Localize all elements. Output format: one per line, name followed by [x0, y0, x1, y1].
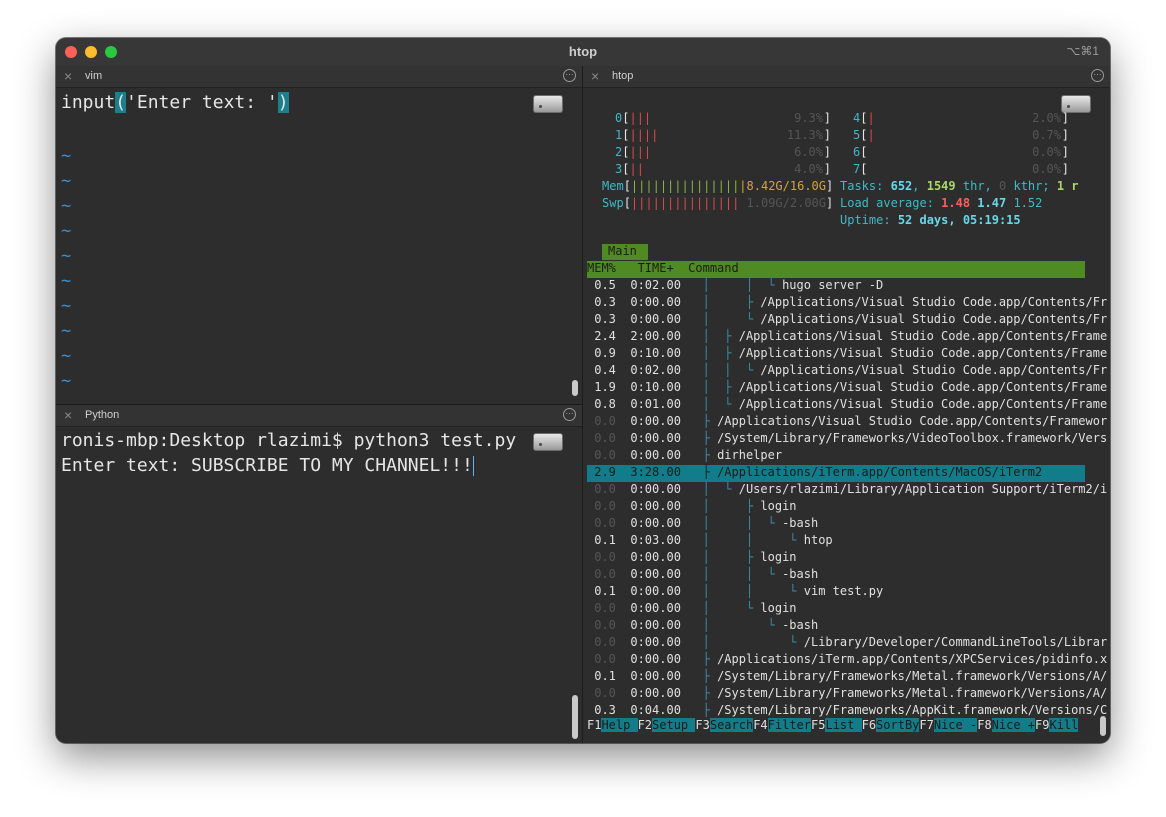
process-row[interactable]: 1.9 0:10.00 │ ├ /Applications/Visual Stu… — [587, 380, 1107, 397]
htop-pane-header: × htop ··· — [583, 66, 1110, 88]
function-key-label[interactable]: Setup — [652, 718, 696, 732]
function-key[interactable]: F1 — [587, 718, 601, 732]
process-row[interactable]: 0.0 0:00.00 │ └ /Users/rlazimi/Library/A… — [587, 482, 1107, 499]
process-row[interactable]: 0.9 0:10.00 │ ├ /Applications/Visual Stu… — [587, 346, 1107, 363]
title-bar: htop ⌥⌘1 — [56, 38, 1110, 67]
process-row[interactable]: 0.0 0:00.00 │ ├ login — [587, 499, 1085, 516]
vim-tilde: ~ — [61, 146, 72, 166]
function-key[interactable]: F6 — [862, 718, 876, 732]
function-key[interactable]: F3 — [695, 718, 709, 732]
vim-pane-title: vim — [85, 70, 103, 82]
tasks-meter: Tasks: 652, 1549 thr, 0 kthr; 1 r — [840, 179, 1079, 193]
python-scrollbar[interactable] — [572, 695, 578, 739]
htop-pane-title: htop — [612, 70, 634, 82]
process-row[interactable]: 0.8 0:01.00 │ └ /Applications/Visual Stu… — [587, 397, 1107, 414]
process-row[interactable]: 0.4 0:02.00 │ │ └ /Applications/Visual S… — [587, 363, 1107, 380]
vim-code-line: input('Enter text: ') — [61, 92, 289, 113]
function-key[interactable]: F5 — [811, 718, 825, 732]
process-row[interactable]: 0.3 0:00.00 │ ├ /Applications/Visual Stu… — [587, 295, 1107, 312]
function-key[interactable]: F8 — [977, 718, 991, 732]
iterm-window: htop ⌥⌘1 × vim ··· input('Enter text: ')… — [56, 38, 1110, 743]
process-row[interactable]: 2.9 3:28.00 ├ /Applications/iTerm.app/Co… — [587, 465, 1085, 482]
function-key-label[interactable]: Help — [601, 718, 638, 732]
shell-command-line: ronis-mbp:Desktop rlazimi$ python3 test.… — [61, 430, 517, 451]
function-key[interactable]: F9 — [1035, 718, 1049, 732]
more-options-icon[interactable]: ··· — [563, 408, 576, 421]
htop-scrollbar[interactable] — [1100, 716, 1106, 736]
python-pane-header: × Python ··· — [56, 405, 582, 427]
vim-tilde: ~ — [61, 221, 72, 241]
more-options-icon[interactable]: ··· — [1091, 69, 1104, 82]
close-icon[interactable]: × — [64, 68, 72, 84]
function-key-label[interactable]: SortBy — [876, 718, 920, 732]
function-key[interactable]: F7 — [919, 718, 933, 732]
process-row[interactable]: 0.0 0:00.00 ├ /Applications/Visual Studi… — [587, 414, 1107, 431]
vim-scrollbar[interactable] — [572, 380, 578, 396]
vim-tilde: ~ — [61, 321, 72, 341]
vim-pane[interactable]: × vim ··· input('Enter text: ') ~ ~ ~ ~ ~ ~ ~ ~… — [56, 66, 582, 404]
cpu-meter: 4[| 2.0%] — [853, 111, 1069, 125]
process-row[interactable]: 0.5 0:02.00 │ │ └ hugo server -D — [587, 278, 1085, 295]
process-row[interactable]: 0.1 0:03.00 │ │ └ htop — [587, 533, 1085, 550]
process-row[interactable]: 0.0 0:00.00 ├ /System/Library/Frameworks… — [587, 686, 1107, 703]
function-key-label[interactable]: Nice - — [933, 718, 978, 732]
process-row[interactable]: 0.0 0:00.00 ├ dirhelper — [587, 448, 1085, 465]
function-key-bar: F1Help F2Setup F3SearchF4FilterF5List F6… — [587, 718, 1079, 735]
drive-icon — [533, 433, 563, 451]
process-row[interactable]: 0.0 0:00.00 │ └ -bash — [587, 618, 1085, 635]
vim-tilde: ~ — [61, 371, 72, 391]
process-row[interactable]: 0.3 0:00.00 │ └ /Applications/Visual Stu… — [587, 312, 1107, 329]
function-key-label[interactable]: Search — [709, 718, 754, 732]
function-key-label[interactable]: Kill — [1049, 718, 1079, 732]
memory-meter: Mem[||||||||||||||||8.42G/16.0G] — [602, 179, 834, 193]
shell-output-line: Enter text: SUBSCRIBE TO MY CHANNEL!!! — [61, 455, 474, 476]
tab-main[interactable]: Main — [602, 244, 648, 260]
python-pane[interactable]: × Python ··· ronis-mbp:Desktop rlazimi$ … — [56, 405, 582, 743]
process-row[interactable]: 0.1 0:00.00 │ │ └ vim test.py — [587, 584, 1085, 601]
cpu-meter: 1[|||| 11.3%] — [615, 128, 831, 142]
vim-tilde: ~ — [61, 246, 72, 266]
cpu-meter: 5[| 0.7%] — [853, 128, 1069, 142]
vim-tilde: ~ — [61, 196, 72, 216]
more-options-icon[interactable]: ··· — [563, 69, 576, 82]
cpu-meter: 3[|| 4.0%] — [615, 162, 831, 176]
process-row[interactable]: 0.0 0:00.00 │ └ /Library/Developer/Comma… — [587, 635, 1107, 652]
vim-tilde: ~ — [61, 296, 72, 316]
window-shortcut: ⌥⌘1 — [1066, 44, 1099, 58]
function-key[interactable]: F2 — [638, 718, 652, 732]
drive-icon — [533, 95, 563, 113]
process-row[interactable]: 2.4 2:00.00 │ ├ /Applications/Visual Stu… — [587, 329, 1107, 346]
cpu-meter: 2[||| 6.0%] — [615, 145, 831, 159]
process-table-header[interactable]: MEM% TIME+ Command — [587, 261, 1085, 278]
process-row[interactable]: 0.1 0:00.00 ├ /System/Library/Frameworks… — [587, 669, 1107, 686]
vim-tilde: ~ — [61, 171, 72, 191]
close-icon[interactable]: × — [591, 68, 599, 84]
swap-meter: Swp[||||||||||||||| 1.09G/2.00G] — [602, 196, 834, 210]
close-icon[interactable]: × — [64, 407, 72, 423]
python-pane-title: Python — [85, 409, 120, 421]
process-row[interactable]: 0.0 0:00.00 ├ /System/Library/Frameworks… — [587, 431, 1107, 448]
function-key-label[interactable]: List — [825, 718, 862, 732]
process-row[interactable]: 0.0 0:00.00 │ └ login — [587, 601, 1085, 618]
window-title: htop — [568, 44, 598, 59]
function-key-label[interactable]: Filter — [767, 718, 812, 732]
function-key[interactable]: F4 — [753, 718, 767, 732]
vim-tilde: ~ — [61, 271, 72, 291]
process-row[interactable]: 0.0 0:00.00 ├ /Applications/iTerm.app/Co… — [587, 652, 1107, 669]
cpu-meter: 7[0.0%] — [853, 162, 1069, 176]
uptime-meter: Uptime: 52 days, 05:19:15 — [840, 213, 1021, 227]
function-key-label[interactable]: Nice + — [991, 718, 1036, 732]
text-cursor — [472, 456, 474, 476]
load-average-meter: Load average: 1.48 1.47 1.52 — [840, 196, 1043, 210]
process-row[interactable]: 0.0 0:00.00 │ │ └ -bash — [587, 516, 1085, 533]
vim-tilde: ~ — [61, 346, 72, 366]
process-row[interactable]: 0.0 0:00.00 │ ├ login — [587, 550, 1085, 567]
cpu-meter: 6[0.0%] — [853, 145, 1069, 159]
cpu-meter: 0[||| 9.3%] — [615, 111, 831, 125]
process-row[interactable]: 0.0 0:00.00 │ │ └ -bash — [587, 567, 1085, 584]
vim-pane-header: × vim ··· — [56, 66, 582, 88]
